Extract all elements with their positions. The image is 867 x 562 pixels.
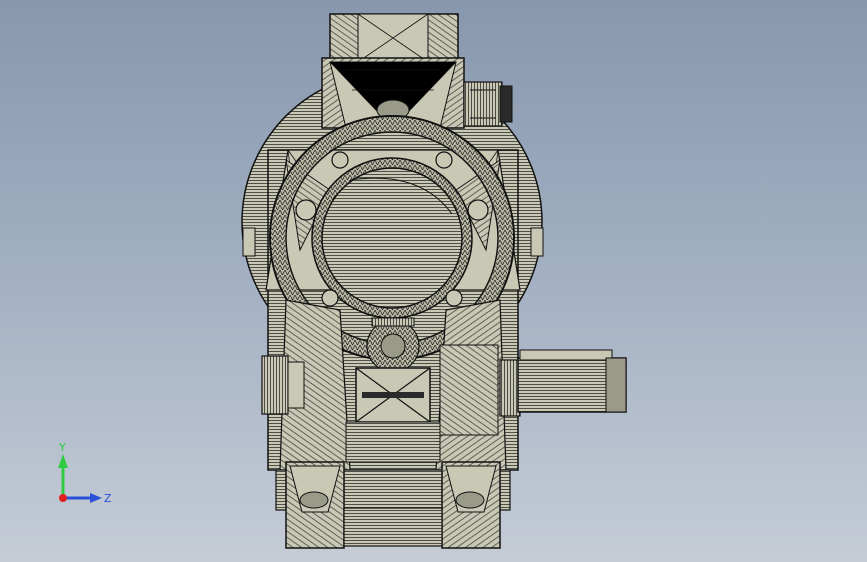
y-axis-label: Y [58, 441, 66, 454]
pinion-gear [366, 317, 420, 373]
gearbox-model[interactable] [0, 0, 867, 562]
side-nut [463, 81, 513, 127]
z-arrow-icon [90, 493, 102, 503]
output-shaft [499, 349, 627, 417]
x-axis-dot [59, 494, 67, 502]
z-axis-label: Z [104, 492, 112, 505]
feet [275, 461, 511, 549]
orientation-triad: Y Z [58, 441, 112, 505]
graphics-viewport[interactable]: Y Z [0, 0, 867, 562]
input-tower [321, 13, 465, 129]
y-arrow-icon [58, 454, 68, 468]
left-shaft [261, 355, 305, 415]
